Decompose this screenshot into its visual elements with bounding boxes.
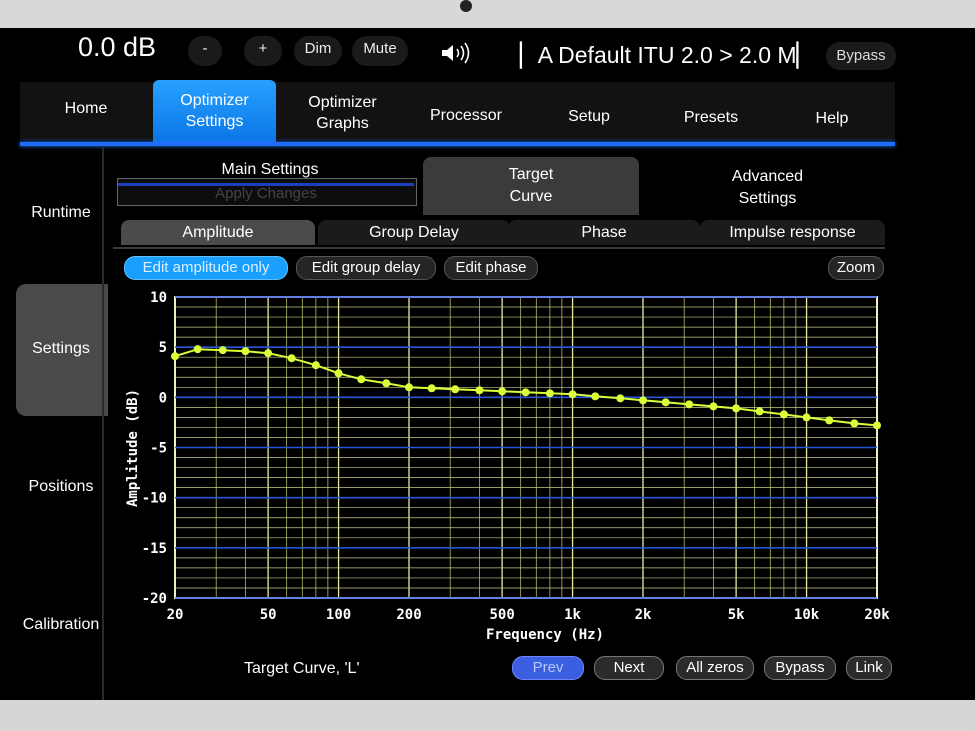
side-calibration[interactable]: Calibration: [16, 616, 106, 634]
nav-setup[interactable]: Setup: [545, 106, 633, 127]
x-tick-label: 100: [326, 607, 351, 623]
curve-point[interactable]: [193, 345, 202, 354]
curve-point[interactable]: [218, 346, 227, 355]
nav-optimizer-graphs[interactable]: Optimizer Graphs: [290, 92, 395, 134]
prev-button[interactable]: Prev: [512, 656, 584, 680]
curve-point[interactable]: [639, 396, 647, 405]
curve-point[interactable]: [334, 369, 343, 378]
curve-point[interactable]: [755, 407, 764, 416]
curve-point[interactable]: [825, 416, 834, 425]
curve-point[interactable]: [568, 390, 577, 399]
x-tick-label: 2k: [635, 607, 652, 623]
curve-point[interactable]: [171, 352, 179, 361]
curve-point[interactable]: [264, 349, 273, 358]
bypass-top-button[interactable]: Bypass: [826, 42, 896, 70]
tab-group-delay[interactable]: Group Delay: [318, 220, 510, 245]
nav-presets[interactable]: Presets: [665, 107, 757, 128]
curve-point[interactable]: [405, 383, 413, 392]
y-tick-label: -15: [142, 541, 167, 557]
nav-optimizer-settings[interactable]: Optimizer Settings: [153, 90, 276, 132]
tab-amplitude[interactable]: Amplitude: [121, 220, 315, 245]
tab-rule: [113, 247, 885, 249]
curve-point[interactable]: [287, 354, 296, 363]
tab-impulse-response[interactable]: Impulse response: [700, 220, 885, 245]
volume-readout: 0.0 dB: [78, 32, 157, 62]
curve-point[interactable]: [591, 392, 600, 401]
x-tick-label: 5k: [728, 607, 745, 623]
curve-point[interactable]: [709, 402, 718, 411]
curve-point[interactable]: [802, 413, 811, 422]
apply-changes-label: Apply Changes: [215, 185, 317, 202]
curve-point[interactable]: [498, 387, 507, 396]
x-tick-label: 10k: [794, 607, 820, 623]
y-tick-label: -5: [150, 441, 167, 457]
curve-point[interactable]: [427, 384, 436, 393]
x-tick-label: 1k: [564, 607, 581, 623]
curve-point[interactable]: [241, 347, 250, 356]
subtab-advanced-settings[interactable]: Advanced Settings: [660, 166, 875, 210]
y-tick-label: 10: [150, 290, 167, 306]
tab-phase[interactable]: Phase: [508, 220, 700, 245]
x-tick-label: 500: [489, 607, 514, 623]
side-runtime[interactable]: Runtime: [16, 204, 106, 222]
preset-name[interactable]: ▏A Default ITU 2.0 > 2.0 M▏: [520, 42, 814, 69]
edit-phase-button[interactable]: Edit phase: [444, 256, 538, 280]
nav-rule: [20, 142, 895, 146]
nav-help[interactable]: Help: [790, 108, 874, 129]
link-button[interactable]: Link: [846, 656, 892, 680]
edit-group-delay-button[interactable]: Edit group delay: [296, 256, 436, 280]
y-tick-label: -20: [142, 591, 167, 607]
curve-point[interactable]: [311, 361, 320, 370]
curve-point[interactable]: [545, 389, 554, 398]
x-tick-label: 20k: [864, 607, 890, 623]
y-tick-label: 0: [159, 390, 167, 406]
zoom-button[interactable]: Zoom: [828, 256, 884, 280]
curve-point[interactable]: [357, 375, 366, 384]
volume-up-label: +: [258, 40, 268, 57]
curve-point[interactable]: [475, 386, 484, 395]
y-tick-label: 5: [159, 340, 167, 356]
y-tick-labels: 10 5 0 -5 -10 -15 -20: [142, 290, 167, 607]
x-tick-labels: 20 50 100 200 500 1k 2k 5k 10k 20k: [167, 607, 891, 623]
curve-point[interactable]: [732, 404, 741, 413]
nav-processor[interactable]: Processor: [410, 105, 522, 126]
side-settings[interactable]: Settings: [16, 340, 106, 358]
bypass-button[interactable]: Bypass: [764, 656, 836, 680]
side-divider: [102, 146, 104, 700]
x-axis-label: Frequency (Hz): [486, 627, 604, 643]
curve-point[interactable]: [382, 379, 391, 388]
mute-label: Mute: [363, 40, 397, 57]
target-curve-chart[interactable]: 1050-5-10-15-20 20 50 100 200 500 1k 2k 5k 10k 20…: [108, 278, 898, 648]
curve-point[interactable]: [661, 398, 670, 407]
volume-down-label: -: [202, 40, 208, 57]
subtab-target-curve[interactable]: Target Curve: [423, 164, 639, 208]
x-tick-label: 200: [396, 607, 421, 623]
next-button[interactable]: Next: [594, 656, 664, 680]
bezel-top: [0, 0, 975, 30]
side-positions[interactable]: Positions: [16, 478, 106, 496]
curve-point[interactable]: [616, 394, 625, 403]
screen: 0.0 dB - + Dim Mute ▏A Default ITU 2.0 >…: [0, 28, 975, 700]
y-axis-label: Amplitude (dB): [125, 389, 141, 507]
all-zeros-button[interactable]: All zeros: [676, 656, 754, 680]
bezel-bottom: [0, 700, 975, 731]
x-tick-label: 50: [260, 607, 277, 623]
curve-point[interactable]: [521, 388, 530, 397]
nav-home[interactable]: Home: [40, 98, 132, 119]
curve-point[interactable]: [451, 385, 460, 394]
curve-point[interactable]: [685, 400, 694, 409]
camera-icon: [460, 0, 472, 12]
dim-label: Dim: [304, 40, 332, 57]
curve-point[interactable]: [850, 419, 859, 428]
y-tick-label: -10: [142, 491, 167, 507]
target-curve-label: Target Curve, 'L': [244, 660, 360, 677]
x-tick-label: 20: [167, 607, 184, 623]
edit-amplitude-button[interactable]: Edit amplitude only: [124, 256, 288, 280]
speaker-icon[interactable]: [440, 42, 476, 64]
curve-point[interactable]: [873, 421, 881, 430]
curve-point[interactable]: [779, 410, 788, 419]
